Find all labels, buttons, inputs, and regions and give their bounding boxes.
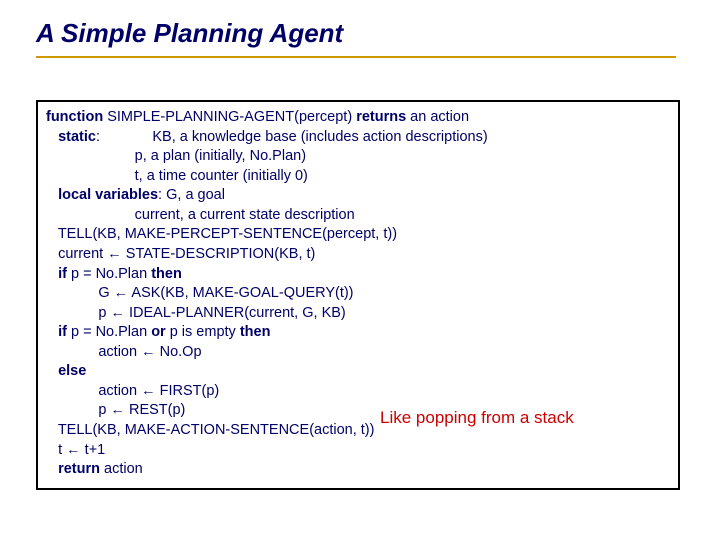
text: an action <box>406 109 469 125</box>
page-title: A Simple Planning Agent <box>36 18 343 49</box>
code-line: t ← t+1 <box>46 441 670 461</box>
code-line: action ← FIRST(p) <box>46 382 670 402</box>
kw-returns: returns <box>356 109 406 125</box>
code-line: return action <box>46 460 670 480</box>
kw-then: then <box>151 266 182 282</box>
code-line: else <box>46 362 670 382</box>
code-line: t, a time counter (initially 0) <box>46 167 670 187</box>
code-line: function SIMPLE-PLANNING-AGENT(percept) … <box>46 108 670 128</box>
text: SIMPLE-PLANNING-AGENT(percept) <box>103 109 356 125</box>
text: : G, a goal <box>158 187 225 203</box>
code-line: TELL(KB, MAKE-ACTION-SENTENCE(action, t)… <box>46 421 670 441</box>
code-line: p ← IDEAL-PLANNER(current, G, KB) <box>46 304 670 324</box>
kw-return: return <box>46 461 100 477</box>
code-line: if p = No.Plan or p is empty then <box>46 323 670 343</box>
text: p = No.Plan <box>67 266 151 282</box>
text: action <box>100 461 143 477</box>
code-line: if p = No.Plan then <box>46 265 670 285</box>
code-line: current, a current state description <box>46 206 670 226</box>
title-underline <box>36 56 676 58</box>
kw-if: if <box>46 266 67 282</box>
kw-static: static <box>46 129 96 145</box>
code-line: p ← REST(p) <box>46 401 670 421</box>
code-line: p, a plan (initially, No.Plan) <box>46 147 670 167</box>
kw-function: function <box>46 109 103 125</box>
kw-or: or <box>151 324 166 340</box>
code-line: local variables: G, a goal <box>46 186 670 206</box>
algorithm-box: function SIMPLE-PLANNING-AGENT(percept) … <box>36 100 680 490</box>
code-line: static: KB, a knowledge base (includes a… <box>46 128 670 148</box>
kw-local-variables: local variables <box>46 187 158 203</box>
text: : KB, a knowledge base (includes action … <box>96 129 488 145</box>
code-line: TELL(KB, MAKE-PERCEPT-SENTENCE(percept, … <box>46 225 670 245</box>
annotation-text: Like popping from a stack <box>380 408 574 428</box>
kw-if: if <box>46 324 67 340</box>
code-line: action ← No.Op <box>46 343 670 363</box>
code-line: G ← ASK(KB, MAKE-GOAL-QUERY(t)) <box>46 284 670 304</box>
text: p = No.Plan <box>67 324 151 340</box>
kw-then: then <box>240 324 271 340</box>
code-line: current ← STATE-DESCRIPTION(KB, t) <box>46 245 670 265</box>
text: p is empty <box>166 324 240 340</box>
